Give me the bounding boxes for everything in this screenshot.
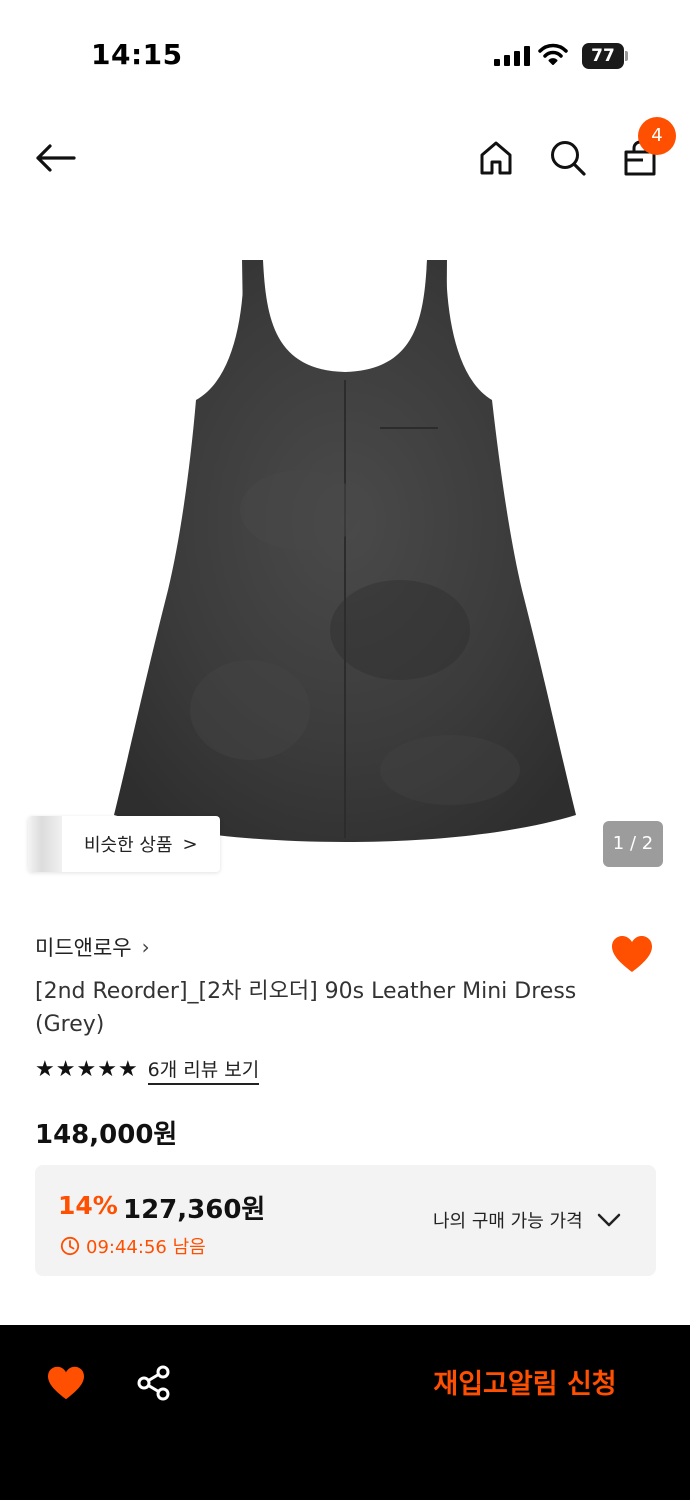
wifi-icon (538, 42, 568, 70)
discount-price: 127,360원 (123, 1195, 266, 1225)
chevron-right-icon: › (141, 935, 150, 959)
similar-products-label: 비슷한 상품 (84, 835, 173, 856)
home-icon (480, 141, 512, 175)
share-button[interactable] (134, 1363, 174, 1403)
wishlist-button[interactable] (610, 934, 654, 974)
rating-stars: ★ ★ ★ ★ ★ (35, 1056, 138, 1084)
heart-icon (48, 1366, 84, 1400)
cart-count-badge: 4 (638, 117, 676, 155)
image-page-indicator: 1 / 2 (603, 821, 663, 867)
home-button[interactable] (474, 136, 518, 180)
battery-level: 77 (582, 43, 624, 69)
heart-icon (612, 936, 652, 972)
battery-icon: 77 (582, 43, 628, 69)
search-icon (551, 141, 586, 176)
timer-text: 09:44:56 남음 (86, 1237, 206, 1258)
discount-rate: 14% (58, 1191, 118, 1220)
discount-box: 14% 127,360원 09:44:56 남음 나의 구매 가능 가격 (35, 1165, 656, 1276)
bottom-action-bar: 재입고알림 신청 (0, 1325, 690, 1500)
dress-image (114, 260, 576, 842)
my-price-label: 나의 구매 가능 가격 (433, 1211, 583, 1232)
back-button[interactable] (30, 138, 80, 178)
restock-alert-button[interactable]: 재입고알림 신청 (400, 1363, 650, 1407)
rating-row: ★ ★ ★ ★ ★ 6개 리뷰 보기 (35, 1055, 260, 1085)
my-price-dropdown[interactable]: 나의 구매 가능 가격 (433, 1207, 621, 1233)
star-icon: ★ (55, 1057, 76, 1082)
view-reviews-link[interactable]: 6개 리뷰 보기 (147, 1055, 260, 1085)
search-button[interactable] (546, 136, 590, 180)
cellular-signal-icon (494, 46, 530, 66)
clock-icon (60, 1236, 80, 1256)
brand-link[interactable]: 미드앤로우 › (35, 932, 150, 962)
star-icon: ★ (117, 1057, 138, 1082)
share-icon (137, 1365, 170, 1401)
top-nav (0, 110, 690, 210)
product-title: [2nd Reorder]_[2차 리오더] 90s Leather Mini … (35, 979, 577, 1037)
chevron-down-icon (597, 1213, 620, 1227)
original-price: 148,000원 (35, 1120, 178, 1150)
status-bar: 14:15 77 (0, 0, 690, 110)
arrow-left-icon (36, 144, 76, 172)
star-icon: ★ (76, 1057, 97, 1082)
discount-timer: 09:44:56 남음 (60, 1233, 206, 1259)
chevron-right-icon: > (182, 833, 198, 855)
star-icon: ★ (97, 1057, 117, 1082)
bottom-wishlist-button[interactable] (46, 1365, 86, 1401)
brand-name: 미드앤로우 (35, 936, 132, 960)
product-image[interactable] (0, 210, 690, 900)
star-icon: ★ (35, 1057, 55, 1082)
similar-products-button[interactable]: 비슷한 상품 > (28, 816, 220, 872)
status-time: 14:15 (91, 38, 183, 71)
similar-product-thumbnail (28, 816, 62, 872)
